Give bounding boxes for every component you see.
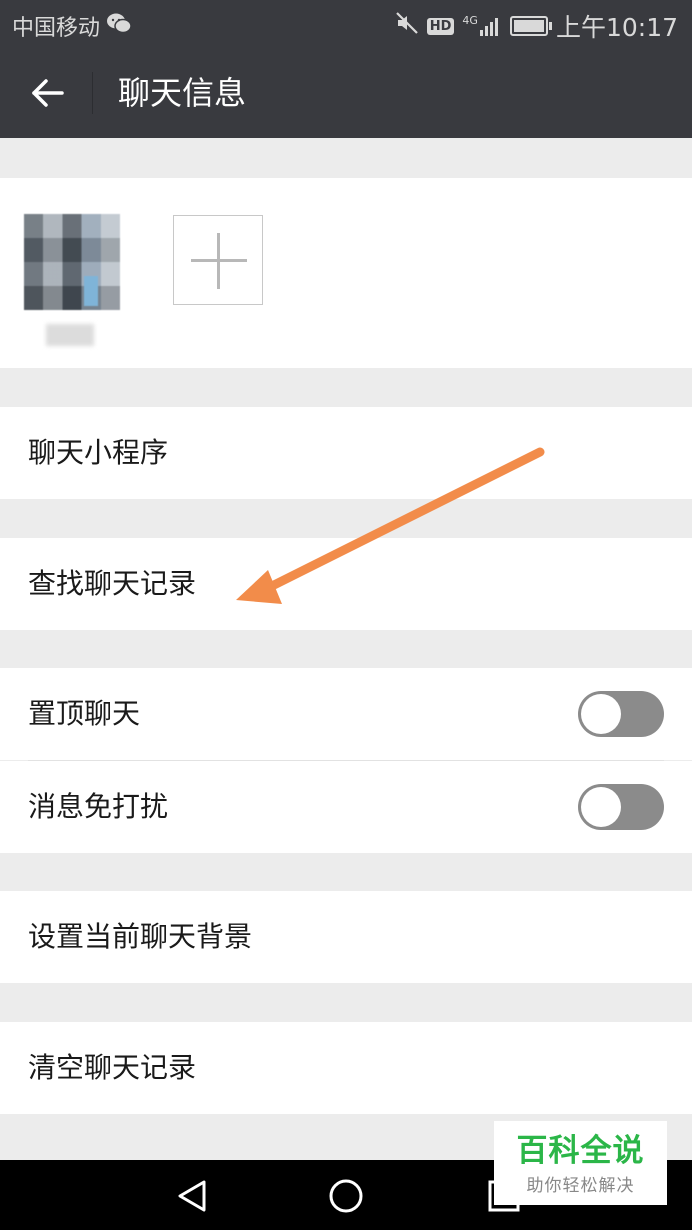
pin-chat-toggle[interactable] <box>578 691 664 737</box>
watermark: 百科全说 助你轻松解决 <box>494 1121 667 1205</box>
members-panel <box>0 178 692 368</box>
nav-home-icon[interactable] <box>324 1174 368 1218</box>
add-member-button[interactable] <box>173 215 263 305</box>
set-background-label: 设置当前聊天背景 <box>28 920 253 953</box>
wechat-icon <box>106 12 132 40</box>
app-header: 聊天信息 <box>0 48 692 138</box>
clear-history-item[interactable]: 清空聊天记录 <box>0 1022 692 1114</box>
mute-notifications-label: 消息免打扰 <box>28 790 169 823</box>
header-divider <box>92 72 93 114</box>
pin-chat-item[interactable]: 置顶聊天 <box>0 668 692 760</box>
clear-history-label: 清空聊天记录 <box>28 1051 197 1084</box>
watermark-title: 百科全说 <box>516 1133 645 1169</box>
status-bar: 中国移动 HD 4G 上午10:17 <box>0 0 692 48</box>
hd-badge: HD <box>426 17 455 35</box>
clock: 上午10:17 <box>555 13 678 42</box>
back-arrow-icon <box>32 79 64 107</box>
watermark-subtitle: 助你轻松解决 <box>526 1176 635 1196</box>
search-history-item[interactable]: 查找聊天记录 <box>0 538 692 630</box>
signal-icon: 4G <box>462 14 502 36</box>
search-history-label: 查找聊天记录 <box>28 567 197 600</box>
toggle-knob <box>581 694 621 734</box>
page-title: 聊天信息 <box>118 74 247 112</box>
member-name-blurred <box>46 324 94 346</box>
back-button[interactable] <box>20 68 76 118</box>
network-type: 4G <box>462 14 478 27</box>
carrier-name: 中国移动 <box>12 16 101 41</box>
set-background-item[interactable]: 设置当前聊天背景 <box>0 891 692 983</box>
mute-notifications-toggle[interactable] <box>578 784 664 830</box>
mute-icon <box>395 11 419 41</box>
mini-programs-label: 聊天小程序 <box>28 436 169 469</box>
mini-programs-item[interactable]: 聊天小程序 <box>0 407 692 499</box>
toggle-knob <box>581 787 621 827</box>
pin-chat-label: 置顶聊天 <box>28 697 141 730</box>
nav-back-icon[interactable] <box>170 1174 214 1218</box>
member-avatar[interactable] <box>24 214 120 310</box>
battery-icon <box>509 16 552 36</box>
mute-notifications-item[interactable]: 消息免打扰 <box>0 761 692 853</box>
